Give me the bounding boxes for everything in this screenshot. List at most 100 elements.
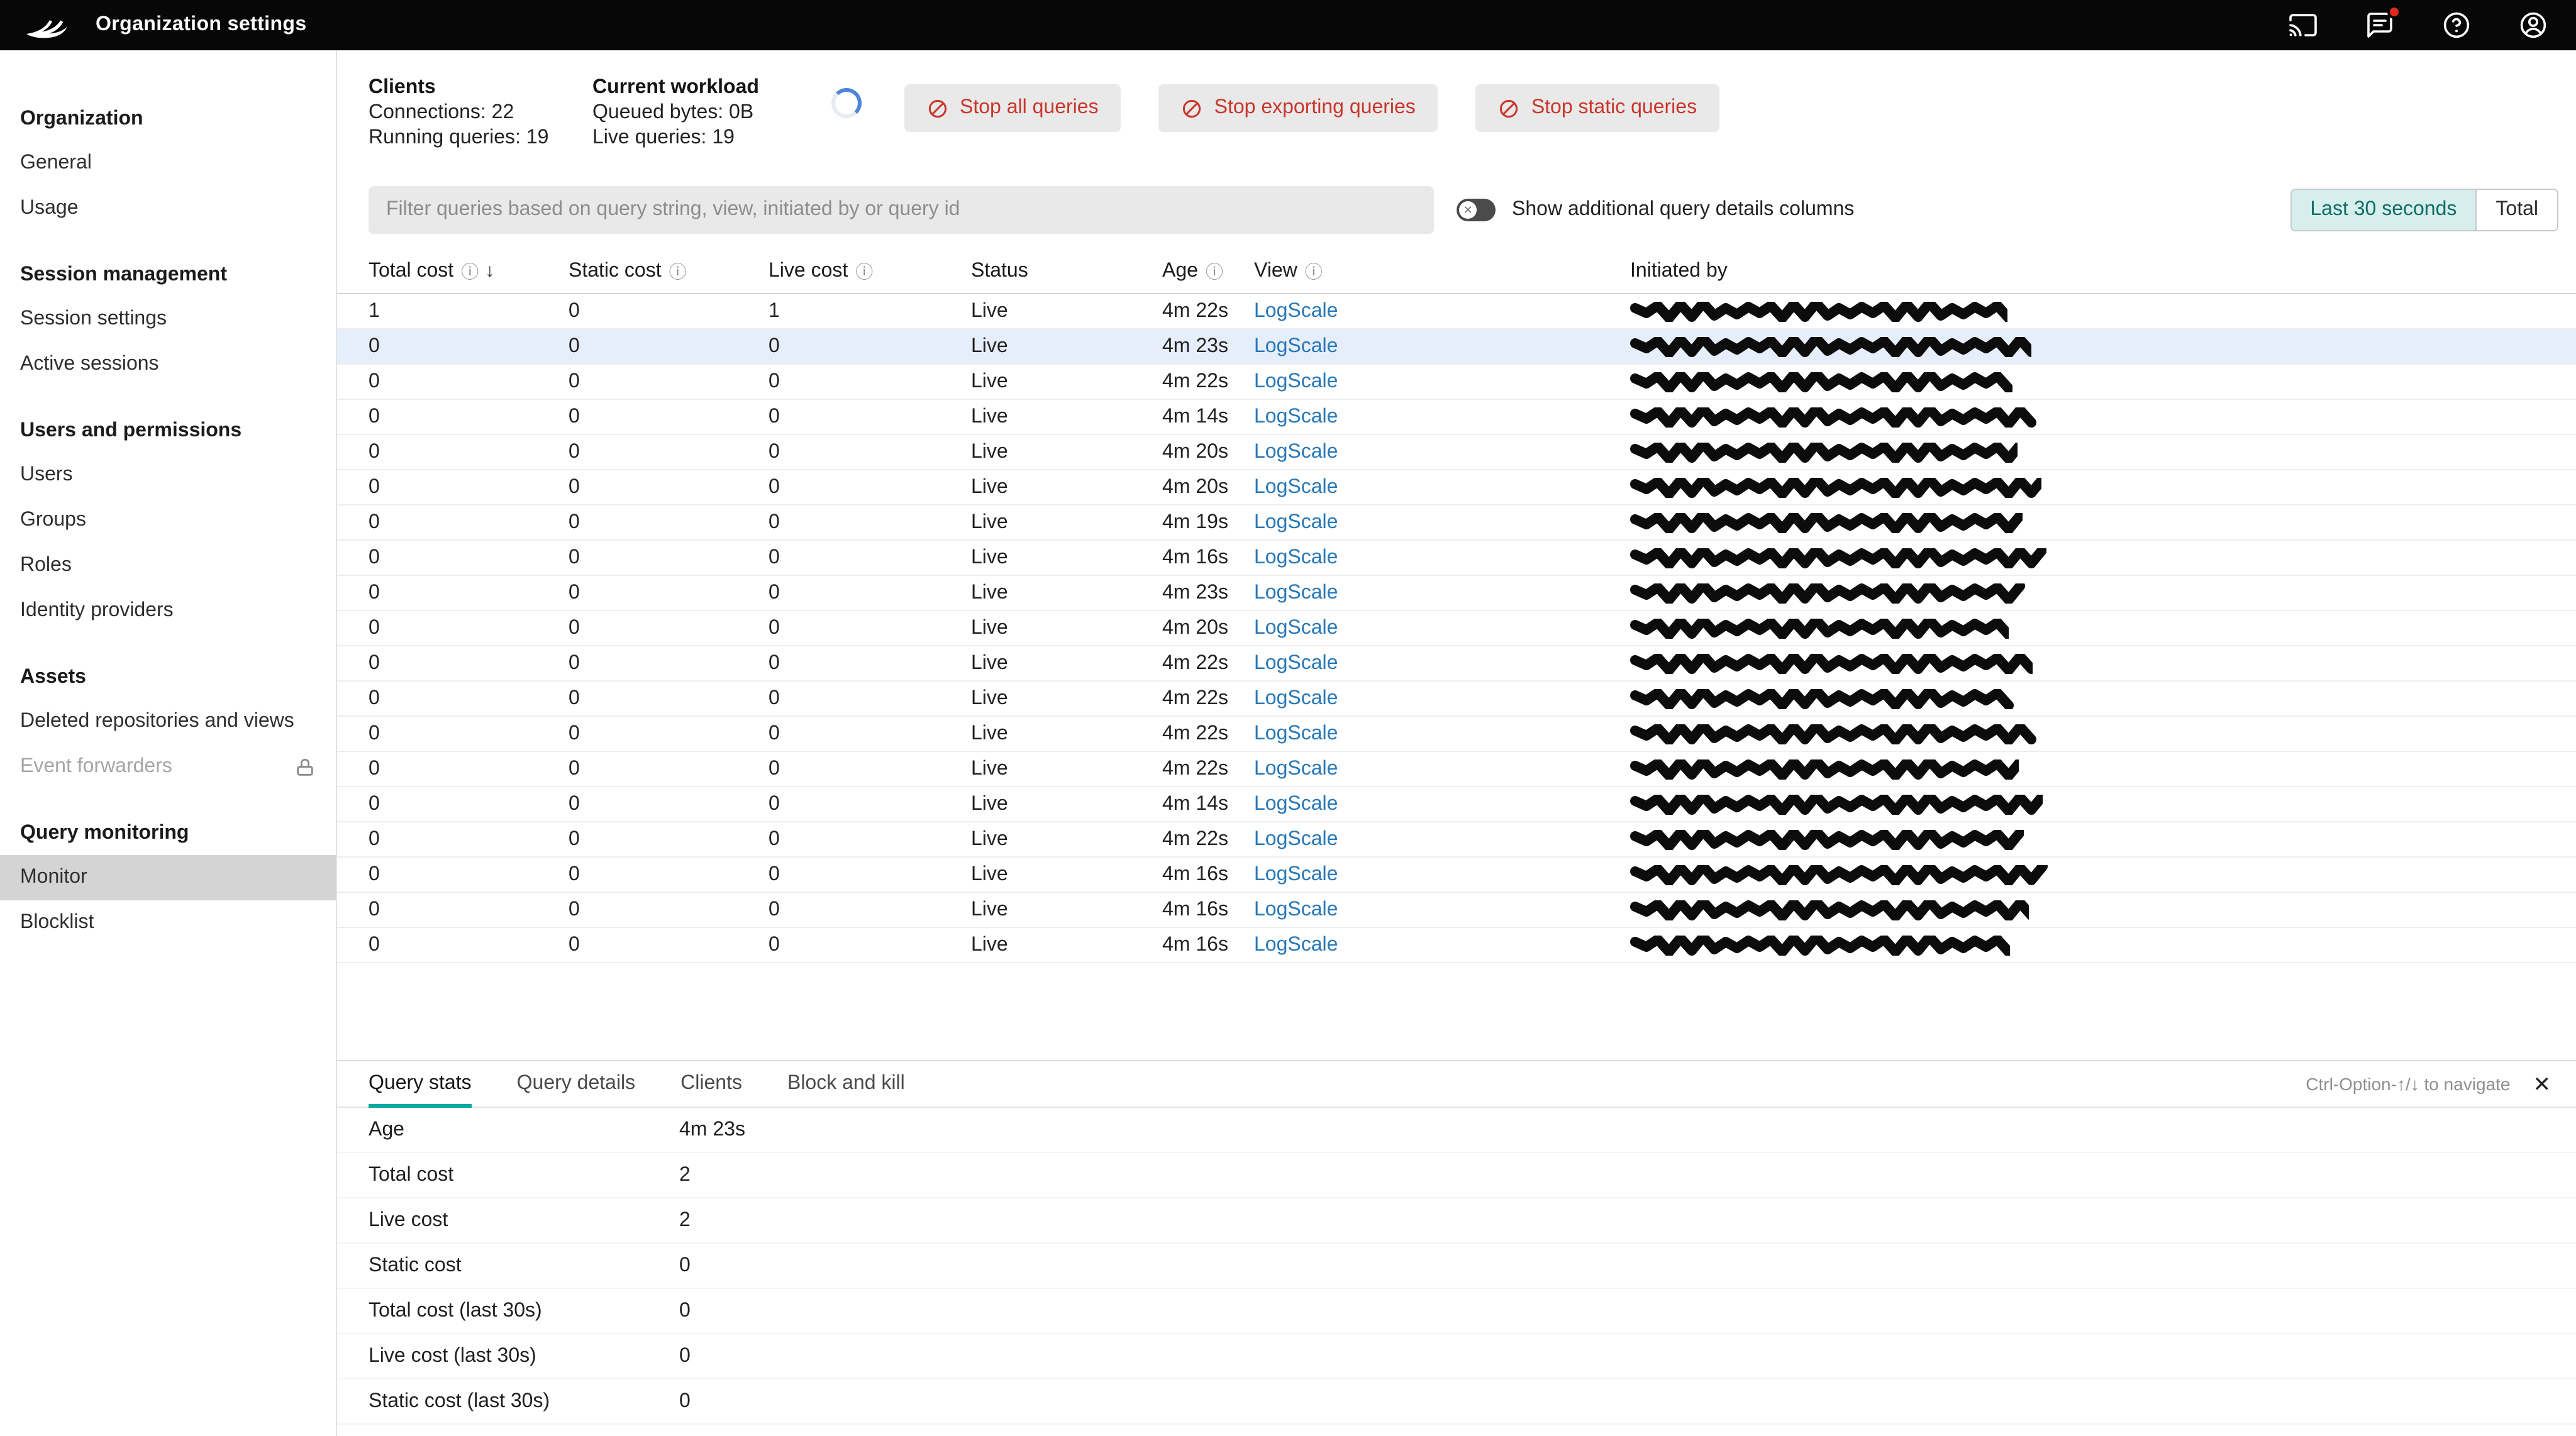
info-icon[interactable]: ⓘ	[1206, 258, 1223, 284]
info-icon[interactable]: ⓘ	[855, 258, 873, 284]
query-row[interactable]: 0 0 0 Live 4m 14s LogScale	[337, 400, 2576, 435]
column-header-age[interactable]: Age ⓘ	[1162, 258, 1254, 284]
cell-static-cost: 0	[569, 899, 580, 920]
stop-icon	[1182, 97, 1203, 119]
view-link[interactable]: LogScale	[1254, 653, 1338, 674]
stop-exporting-queries-button[interactable]: Stop exporting queries	[1158, 84, 1438, 132]
topbar: Organization settings	[0, 0, 2576, 50]
query-row[interactable]: 0 0 0 Live 4m 20s LogScale	[337, 611, 2576, 646]
query-row[interactable]: 0 0 0 Live 4m 23s LogScale	[337, 329, 2576, 365]
query-row[interactable]: 1 0 1 Live 4m 22s LogScale	[337, 294, 2576, 329]
cell-status: Live	[971, 441, 1008, 463]
query-row[interactable]: 0 0 0 Live 4m 22s LogScale	[337, 365, 2576, 400]
query-row[interactable]: 0 0 0 Live 4m 22s LogScale	[337, 717, 2576, 752]
column-header-initiated-by[interactable]: Initiated by	[1630, 260, 2576, 282]
view-link[interactable]: LogScale	[1254, 301, 1338, 322]
account-icon[interactable]	[2518, 10, 2548, 40]
sidebar-item-session-settings[interactable]: Session settings	[0, 297, 336, 342]
sidebar-item-deleted-repositories-and-views[interactable]: Deleted repositories and views	[0, 699, 336, 744]
query-row[interactable]: 0 0 0 Live 4m 22s LogScale	[337, 752, 2576, 787]
query-row[interactable]: 0 0 0 Live 4m 20s LogScale	[337, 470, 2576, 505]
cell-live-cost: 0	[769, 864, 780, 885]
stop-all-queries-button[interactable]: Stop all queries	[904, 84, 1121, 132]
view-link[interactable]: LogScale	[1254, 864, 1338, 885]
query-row[interactable]: 0 0 0 Live 4m 23s LogScale	[337, 576, 2576, 611]
sidebar-item-usage[interactable]: Usage	[0, 186, 336, 231]
app: Organization settings Organization Gener…	[0, 0, 2576, 1436]
view-link[interactable]: LogScale	[1254, 688, 1338, 709]
cell-age: 4m 22s	[1162, 758, 1228, 780]
cast-icon[interactable]	[2288, 10, 2318, 40]
tab-clients[interactable]: Clients	[680, 1061, 742, 1107]
stop-static-queries-button[interactable]: Stop static queries	[1475, 84, 1720, 132]
view-link[interactable]: LogScale	[1254, 758, 1338, 780]
query-row[interactable]: 0 0 0 Live 4m 16s LogScale	[337, 858, 2576, 893]
column-header-status[interactable]: Status	[971, 260, 1162, 282]
tab-query-details[interactable]: Query details	[517, 1061, 636, 1107]
query-filter-input[interactable]	[369, 186, 1434, 234]
close-details-button[interactable]: ✕	[2533, 1073, 2551, 1095]
cell-static-cost: 0	[569, 371, 580, 392]
cell-initiated-by-redacted	[1630, 400, 2576, 435]
query-row[interactable]: 0 0 0 Live 4m 22s LogScale	[337, 682, 2576, 717]
query-row[interactable]: 0 0 0 Live 4m 16s LogScale	[337, 541, 2576, 576]
cell-status: Live	[971, 899, 1008, 920]
view-link[interactable]: LogScale	[1254, 477, 1338, 498]
sidebar-item-blocklist[interactable]: Blocklist	[0, 900, 336, 946]
query-row[interactable]: 0 0 0 Live 4m 14s LogScale	[337, 787, 2576, 822]
sidebar-item-users[interactable]: Users	[0, 453, 336, 498]
view-link[interactable]: LogScale	[1254, 582, 1338, 604]
view-link[interactable]: LogScale	[1254, 336, 1338, 357]
column-header-static-cost[interactable]: Static cost ⓘ	[569, 258, 769, 284]
query-row[interactable]: 0 0 0 Live 4m 16s LogScale	[337, 928, 2576, 963]
view-link[interactable]: LogScale	[1254, 829, 1338, 850]
sidebar-item-active-sessions[interactable]: Active sessions	[0, 342, 336, 387]
sidebar-item-groups[interactable]: Groups	[0, 498, 336, 543]
view-link[interactable]: LogScale	[1254, 793, 1338, 815]
cell-age: 4m 22s	[1162, 829, 1228, 850]
button-label: Stop all queries	[960, 97, 1099, 118]
crowdstrike-falcon-logo-icon[interactable]	[23, 8, 80, 43]
sidebar-item-roles[interactable]: Roles	[0, 543, 336, 588]
info-icon[interactable]: ⓘ	[669, 258, 687, 284]
query-row[interactable]: 0 0 0 Live 4m 16s LogScale	[337, 893, 2576, 928]
range-last-30-seconds-button[interactable]: Last 30 seconds	[2291, 190, 2476, 230]
cell-live-cost: 0	[769, 723, 780, 744]
query-row[interactable]: 0 0 0 Live 4m 19s LogScale	[337, 505, 2576, 541]
cell-live-cost: 0	[769, 688, 780, 709]
range-total-button[interactable]: Total	[2475, 190, 2557, 230]
info-icon[interactable]: ⓘ	[1305, 258, 1323, 284]
tab-query-stats[interactable]: Query stats	[369, 1061, 472, 1108]
details-columns-toggle[interactable]: ✕	[1457, 199, 1496, 221]
tab-block-and-kill[interactable]: Block and kill	[787, 1061, 905, 1107]
lock-icon	[294, 756, 316, 778]
cell-initiated-by-redacted	[1630, 365, 2576, 400]
view-link[interactable]: LogScale	[1254, 406, 1338, 428]
cell-static-cost: 0	[569, 653, 580, 674]
cell-static-cost: 0	[569, 512, 580, 533]
query-row[interactable]: 0 0 0 Live 4m 22s LogScale	[337, 822, 2576, 858]
column-header-live-cost[interactable]: Live cost ⓘ	[769, 258, 971, 284]
query-row[interactable]: 0 0 0 Live 4m 22s LogScale	[337, 646, 2576, 682]
column-header-view[interactable]: View ⓘ	[1254, 258, 1630, 284]
view-link[interactable]: LogScale	[1254, 617, 1338, 639]
cell-status: Live	[971, 371, 1008, 392]
column-header-total-cost[interactable]: Total cost ⓘ ↓	[369, 258, 569, 284]
view-link[interactable]: LogScale	[1254, 441, 1338, 463]
sidebar-item-monitor[interactable]: Monitor	[0, 855, 336, 900]
feedback-chat-icon[interactable]	[2365, 5, 2401, 40]
view-link[interactable]: LogScale	[1254, 512, 1338, 533]
view-link[interactable]: LogScale	[1254, 723, 1338, 744]
view-link[interactable]: LogScale	[1254, 547, 1338, 568]
view-link[interactable]: LogScale	[1254, 899, 1338, 920]
view-link[interactable]: LogScale	[1254, 934, 1338, 956]
info-icon[interactable]: ⓘ	[461, 258, 479, 284]
view-link[interactable]: LogScale	[1254, 371, 1338, 392]
sidebar-item-identity-providers[interactable]: Identity providers	[0, 588, 336, 634]
stat-row-live-cost-last-30s: Live cost (last 30s) 0	[337, 1334, 2576, 1379]
cell-view: LogScale	[1254, 829, 1630, 851]
sidebar-item-general[interactable]: General	[0, 141, 336, 186]
query-row[interactable]: 0 0 0 Live 4m 20s LogScale	[337, 435, 2576, 470]
sidebar-item-event-forwarders[interactable]: Event forwarders	[0, 744, 336, 790]
help-icon[interactable]	[2441, 10, 2472, 40]
